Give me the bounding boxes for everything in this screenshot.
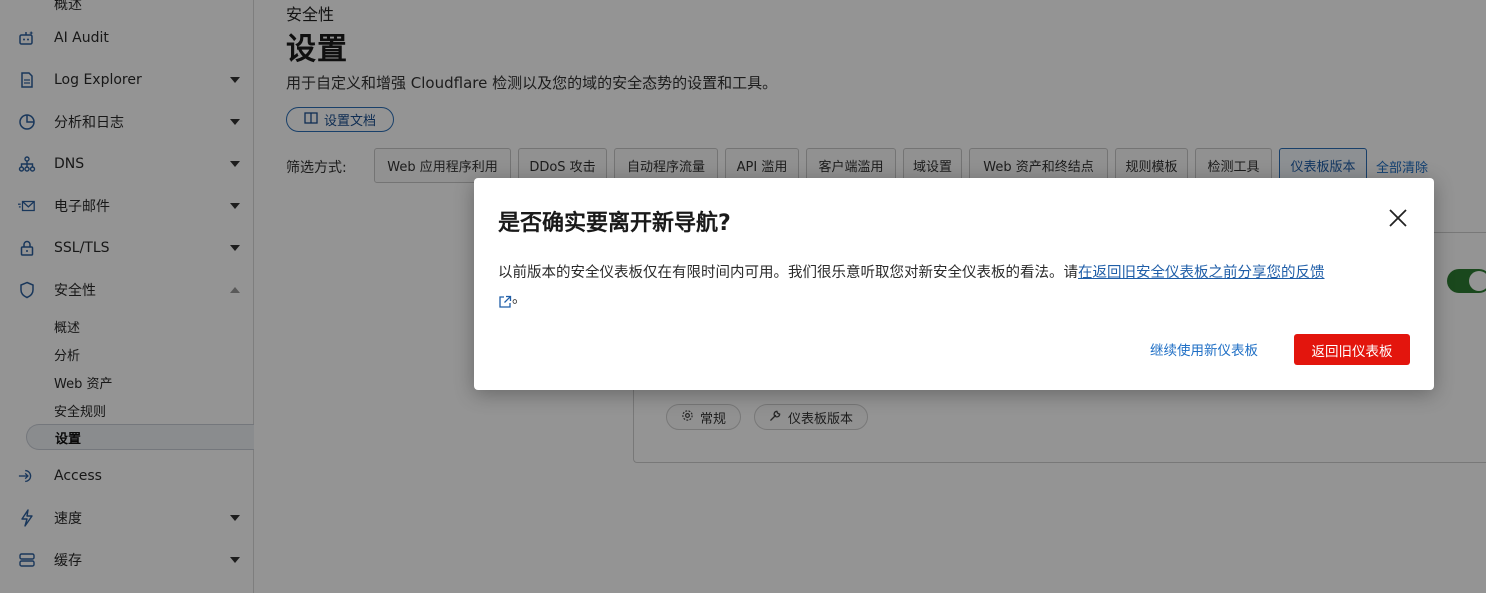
modal-body-text: 以前版本的安全仪表板仅在有限时间内可用。我们很乐意听取您对新安全仪表板的看法。请 [498, 265, 1078, 281]
close-icon[interactable] [1386, 206, 1410, 230]
feedback-link[interactable]: 在返回旧安全仪表板之前分享您的反馈 [1078, 265, 1325, 281]
modal-title: 是否确实要离开新导航? [498, 211, 731, 236]
modal-body-end: 。 [512, 291, 527, 307]
external-link-icon[interactable] [498, 292, 512, 308]
modal-body: 以前版本的安全仪表板仅在有限时间内可用。我们很乐意听取您对新安全仪表板的看法。请… [498, 260, 1418, 312]
return-old-dashboard-button[interactable]: 返回旧仪表板 [1294, 334, 1410, 365]
leave-navigation-modal: 是否确实要离开新导航? 以前版本的安全仪表板仅在有限时间内可用。我们很乐意听取您… [474, 178, 1434, 390]
continue-new-dashboard-button[interactable]: 继续使用新仪表板 [1150, 339, 1258, 359]
